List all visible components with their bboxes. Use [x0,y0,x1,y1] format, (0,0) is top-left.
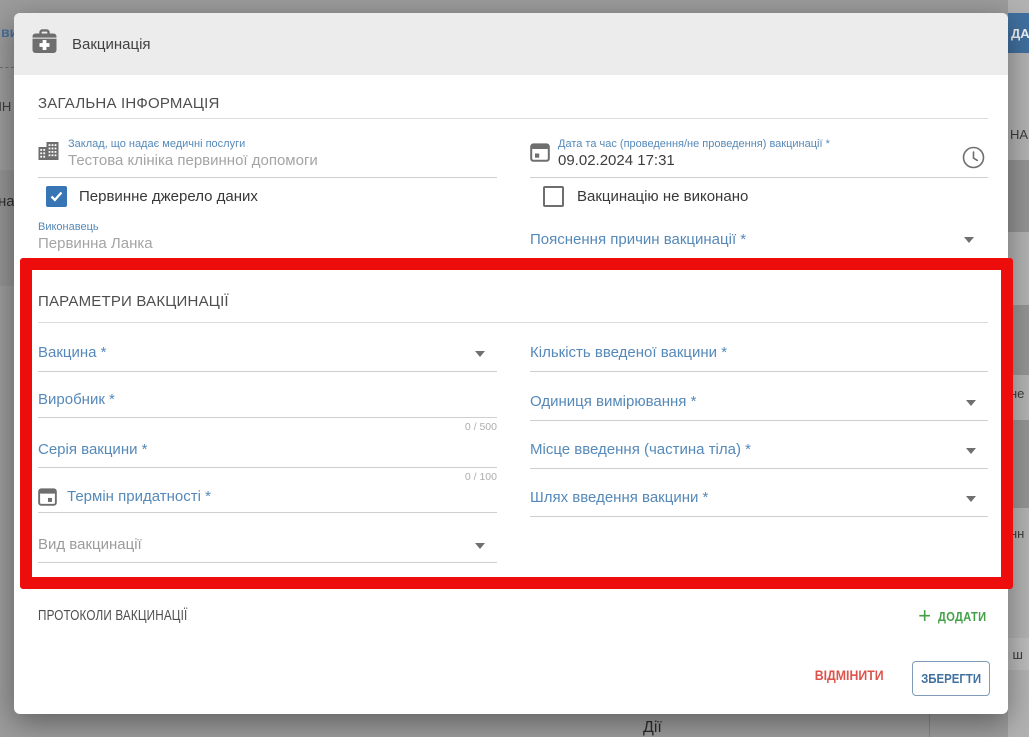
background-right-text-1: НА [1010,127,1028,142]
chevron-down-icon [966,448,976,454]
manufacturer-label: Виробник * [38,391,115,408]
chevron-down-icon [475,351,485,357]
kind-underline [38,562,497,563]
parameters-divider [38,322,988,323]
primary-source-label: Первинне джерело даних [79,188,258,205]
screen: ви МН на ДА НА не нн і ш Дії Вакцинація [0,0,1029,737]
facility-field: Заклад, що надає медичні послуги Тестова… [38,138,497,178]
facility-underline [38,177,497,178]
site-select[interactable]: Місце введення (частина тіла) * [530,441,988,459]
modal-title: Вакцинація [72,36,151,53]
series-label: Серія вакцини * [38,441,147,458]
not-performed-label: Вакцинацію не виконано [577,188,748,205]
calendar-icon [38,487,57,511]
facility-value: Тестова клініка первинної допомоги [68,152,497,169]
series-counter: 0 / 100 [427,471,497,483]
explanation-select[interactable]: Пояснення причин вакцинації * [530,231,988,249]
site-label: Місце введення (частина тіла) * [530,441,751,458]
series-input[interactable]: Серія вакцини * 0 / 100 [38,441,497,459]
route-label: Шлях введення вакцини * [530,489,708,506]
series-underline [38,467,497,468]
vaccine-label: Вакцина * [38,344,107,361]
parameters-section-heading: ПАРАМЕТРИ ВАКЦИНАЦІЇ [38,293,229,310]
expiry-input[interactable]: Термін придатності * [38,485,497,503]
background-right-block-1 [1008,160,1029,232]
modal-header: Вакцинація [14,13,1008,75]
quantity-underline [530,371,988,372]
not-performed-checkbox[interactable]: Вакцинацію не виконано [543,186,748,207]
performer-label: Виконавець [38,221,153,233]
performer-field: Виконавець Первинна Ланка [38,221,153,252]
datetime-field[interactable]: Дата та час (проведення/не проведення) в… [530,138,988,178]
cancel-button-label: ВІДМІНИТИ [815,667,884,683]
chevron-down-icon [475,543,485,549]
primary-source-checkbox[interactable]: Первинне джерело даних [46,186,258,207]
general-divider [38,118,988,119]
checkbox-checked-icon[interactable] [46,186,67,207]
background-right-block-2 [1008,305,1029,375]
background-left-text-2: на [0,193,15,210]
background-right-text-4: і ш [1006,647,1023,662]
unit-select[interactable]: Одиниця вимірювання * [530,393,988,411]
building-icon [38,141,59,165]
checkbox-unchecked-icon[interactable] [543,186,564,207]
protocols-section-heading: ПРОТОКОЛИ ВАКЦИНАЦІЇ [38,607,230,625]
datetime-value: 09.02.2024 17:31 [558,152,988,169]
facility-label: Заклад, що надає медичні послуги [68,138,497,150]
add-protocol-button[interactable]: + ДОДАТИ [918,606,995,626]
site-underline [530,468,988,469]
expiry-underline [38,512,497,513]
vaccination-modal: Вакцинація ЗАГАЛЬНА ІНФОРМАЦІЯ З [14,13,1008,714]
chevron-down-icon [966,400,976,406]
vaccine-select[interactable]: Вакцина * [38,344,497,362]
manufacturer-counter: 0 / 500 [427,421,497,433]
background-right-text-2: не [1010,386,1024,401]
add-protocol-label: ДОДАТИ [938,609,986,624]
cancel-button[interactable]: ВІДМІНИТИ [794,667,904,685]
quantity-label: Кількість введеної вакцини * [530,344,727,361]
chevron-down-icon [964,237,974,243]
save-button-label: ЗБЕРЕГТИ [921,671,981,686]
general-section-heading: ЗАГАЛЬНА ІНФОРМАЦІЯ [38,95,220,112]
route-underline [530,516,988,517]
background-top-right-badge: ДА [1008,13,1029,53]
background-right-block-3 [1008,420,1029,508]
background-bottom-text: Дії [643,719,662,737]
calendar-icon [530,142,550,167]
chevron-down-icon [966,496,976,502]
background-vertical-divider [929,714,930,737]
datetime-underline [530,177,988,178]
manufacturer-input[interactable]: Виробник * 0 / 500 [38,391,497,409]
background-right-text-3: нн [1010,526,1024,541]
background-left-text-1: МН [0,99,11,114]
medical-kit-icon [31,29,58,59]
expiry-label: Термін придатності * [67,488,211,505]
background-left-card [0,170,14,286]
clock-icon[interactable] [962,146,985,174]
datetime-label: Дата та час (проведення/не проведення) в… [558,138,988,150]
vaccine-underline [38,371,497,372]
unit-label: Одиниця вимірювання * [530,393,696,410]
explanation-label: Пояснення причин вакцинації * [530,231,746,248]
quantity-input[interactable]: Кількість введеної вакцини * [530,344,988,362]
plus-icon: + [918,606,931,626]
unit-underline [530,420,988,421]
performer-value: Первинна Ланка [38,235,153,252]
manufacturer-underline [38,417,497,418]
route-select[interactable]: Шлях введення вакцини * [530,489,988,507]
kind-label: Вид вакцинації [38,536,142,553]
save-button[interactable]: ЗБЕРЕГТИ [912,661,990,696]
background-dashed-divider [0,67,14,68]
kind-select[interactable]: Вид вакцинації [38,536,497,554]
